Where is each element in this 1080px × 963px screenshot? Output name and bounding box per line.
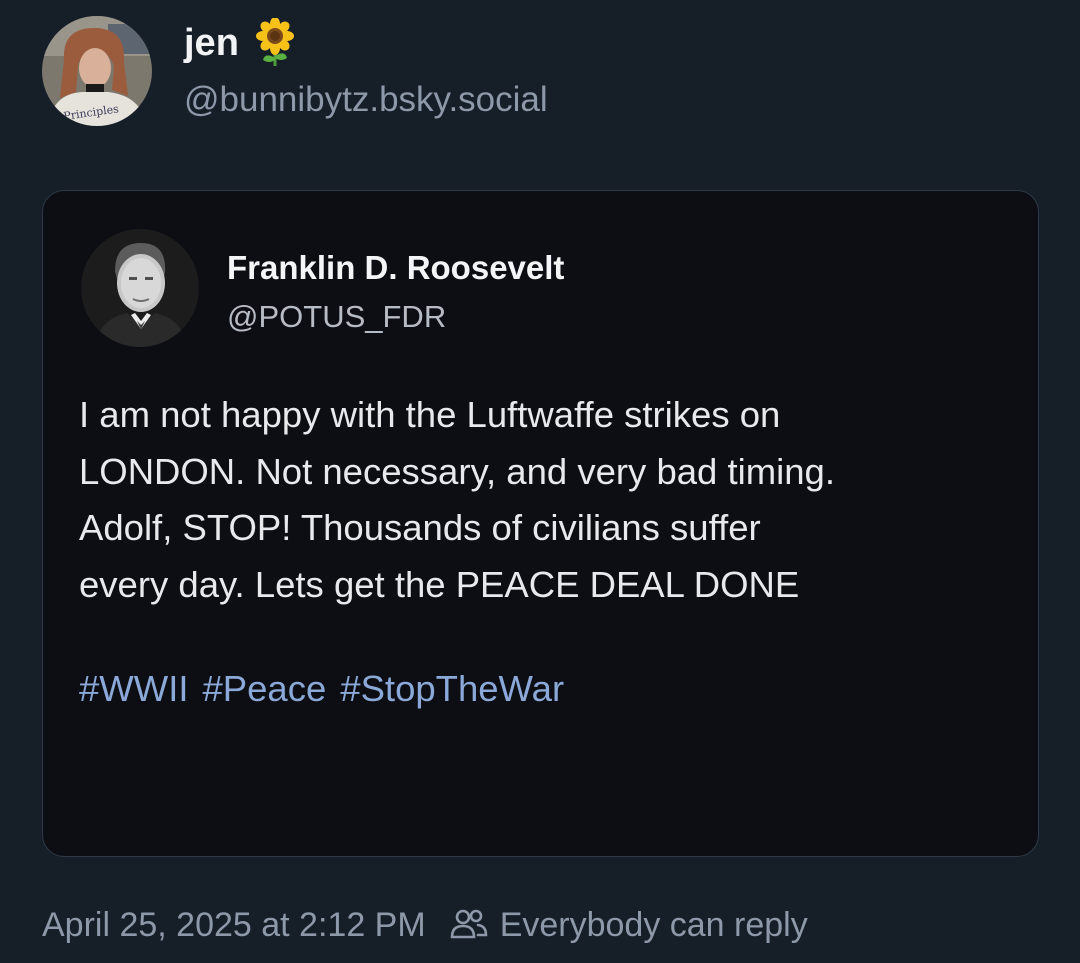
embedded-image[interactable]: Franklin D. Roosevelt @POTUS_FDR I am no… xyxy=(42,190,1039,857)
quoted-author-portrait xyxy=(81,229,199,347)
quoted-text-line: Adolf, STOP! Thousands of civilians suff… xyxy=(79,507,761,548)
author-handle[interactable]: @bunnibytz.bsky.social xyxy=(184,76,548,124)
post-footer: April 25, 2025 at 2:12 PM Everybody can … xyxy=(42,900,808,950)
author-display-name[interactable]: jen xyxy=(184,17,295,68)
author-display-name-text: jen xyxy=(184,22,239,64)
author-avatar[interactable]: Principles xyxy=(42,16,152,126)
quoted-author-handle: @POTUS_FDR xyxy=(227,299,447,334)
quoted-post-text: I am not happy with the Luftwaffe strike… xyxy=(79,387,1038,613)
people-icon xyxy=(448,904,490,946)
hashtag: #Peace xyxy=(202,668,327,709)
quoted-text-line: LONDON. Not necessary, and very bad timi… xyxy=(79,450,835,492)
quoted-text-line: I am not happy with the Luftwaffe strike… xyxy=(79,394,781,435)
quoted-text-line: every day. Lets get the PEACE DEAL DONE xyxy=(79,563,800,605)
post-timestamp[interactable]: April 25, 2025 at 2:12 PM xyxy=(42,900,426,950)
hashtag: #StopTheWar xyxy=(340,668,565,709)
quoted-author-name: Franklin D. Roosevelt xyxy=(227,249,565,286)
quoted-hashtags: #WWII #Peace #StopTheWar xyxy=(79,661,564,717)
sunflower-icon xyxy=(255,17,295,68)
hashtag: #WWII xyxy=(79,668,189,709)
author-avatar-image: Principles xyxy=(42,16,152,126)
reply-setting-label[interactable]: Everybody can reply xyxy=(500,900,808,950)
quoted-author-avatar xyxy=(81,229,199,347)
